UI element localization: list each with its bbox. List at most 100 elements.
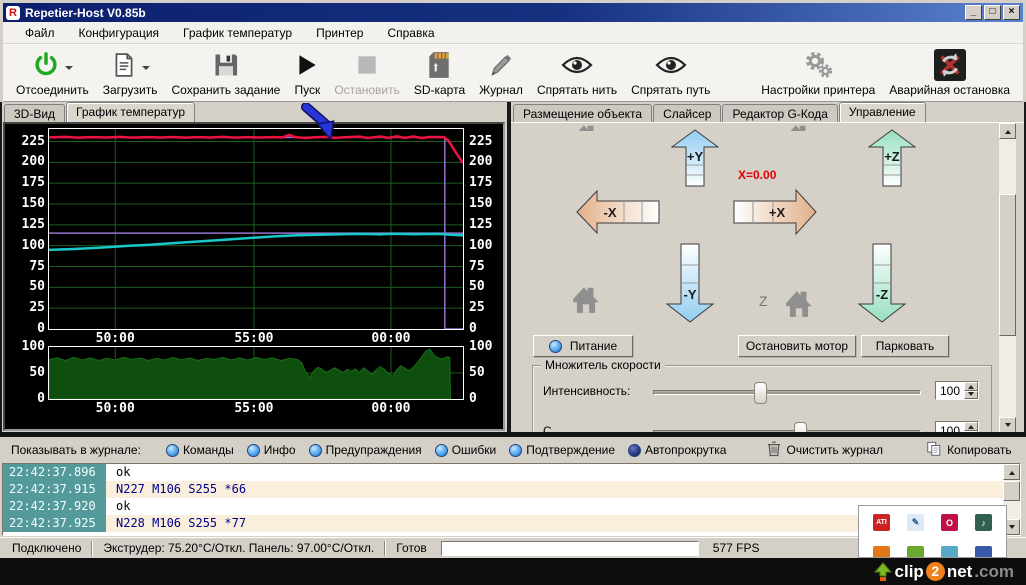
y-tick-label: 125: [7, 218, 45, 232]
stop-motor-button[interactable]: Остановить мотор: [738, 335, 856, 357]
toolbar-button-log[interactable]: Журнал: [472, 48, 530, 100]
value-spinner[interactable]: 100: [935, 421, 979, 432]
log-timestamp: 22:42:37.915: [3, 481, 106, 498]
log-toolbar: Показывать в журнале:КомандыИнфоПредупра…: [3, 437, 1023, 463]
value-spinner[interactable]: 100: [935, 381, 979, 400]
y-tick-label: 150: [7, 197, 45, 211]
scroll-down-button[interactable]: [999, 417, 1016, 432]
power-button[interactable]: Питание: [533, 335, 633, 357]
toolbar-button-hide-travel[interactable]: Спрятать путь: [624, 48, 717, 100]
toolbar-button-run[interactable]: Пуск: [287, 48, 327, 100]
output-plot: [49, 347, 463, 399]
log-toggle-warnings[interactable]: Предупраждения: [309, 443, 422, 457]
log-toggle-ack[interactable]: Подтверждение: [509, 443, 615, 457]
menu-file[interactable]: Файл: [13, 23, 67, 43]
tray-blue-app-icon[interactable]: [975, 546, 992, 558]
toolbar-button-printer-settings[interactable]: Настройки принтера: [754, 48, 882, 100]
toolbar-button-disconnect[interactable]: Отсоединить: [9, 48, 96, 100]
log-row: 22:42:37.896ok: [3, 464, 1020, 481]
right-panel: Размещение объектаСлайсерРедактор G-Кода…: [511, 102, 1024, 432]
panel-tab-gcode-editor[interactable]: Редактор G-Кода: [722, 104, 837, 122]
maximize-button[interactable]: □: [984, 5, 1001, 20]
spin-down-button[interactable]: [964, 391, 978, 400]
tray-red-badge-icon[interactable]: O: [941, 514, 958, 531]
toolbar-label: Аварийная остановка: [889, 83, 1010, 97]
svg-text:-Z: -Z: [876, 287, 888, 302]
copy-button[interactable]: Копировать: [926, 441, 1012, 460]
slider-label: С: [543, 424, 552, 432]
home-z-button[interactable]: [779, 287, 819, 319]
y-tick-label: 225: [469, 135, 505, 149]
toolbar-button-emergency-stop[interactable]: Аварийная остановка: [882, 48, 1017, 100]
tray-orange-app-icon[interactable]: [873, 546, 890, 558]
slider-track[interactable]: [653, 390, 921, 395]
jog-plus-y-button[interactable]: +Y: [671, 129, 719, 187]
tray-ati-icon[interactable]: ATI: [873, 514, 890, 531]
spinner-value: 100: [936, 422, 964, 432]
title-bar: R Repetier-Host V0.85b _□×: [3, 3, 1023, 22]
view-tab-temp-curve[interactable]: График температур: [66, 102, 195, 122]
dropdown-arrow-icon[interactable]: [65, 66, 73, 74]
log-toggle-autoscroll[interactable]: Автопрокрутка: [628, 443, 726, 457]
control-scrollbar[interactable]: [999, 123, 1016, 432]
y-tick-label: 100: [469, 239, 505, 253]
minimize-button[interactable]: _: [965, 5, 982, 20]
jog-plus-x-button[interactable]: +X: [733, 187, 817, 237]
slider-label: Интенсивность:: [543, 384, 630, 398]
tray-paint-tool-icon[interactable]: ✎: [907, 514, 924, 531]
y-tick-label: 0: [7, 322, 45, 336]
tray-icon-row: ATI ✎ O ♪: [873, 514, 992, 531]
clear-log-button[interactable]: Очистить журнал: [767, 440, 883, 460]
jog-minus-x-button[interactable]: -X: [576, 189, 660, 235]
toggle-label: Команды: [183, 443, 234, 457]
jog-minus-y-button[interactable]: -Y: [666, 243, 714, 323]
jog-minus-z-button[interactable]: -Z: [858, 243, 906, 323]
close-button[interactable]: ×: [1003, 5, 1020, 20]
scroll-up-button[interactable]: [999, 123, 1016, 139]
tray-music-note-icon[interactable]: ♪: [975, 514, 992, 531]
eye-icon: [655, 48, 687, 82]
led-icon: [435, 444, 448, 457]
menu-printer[interactable]: Принтер: [304, 23, 375, 43]
menu-config[interactable]: Конфигурация: [67, 23, 172, 43]
panel-tab-object-placement[interactable]: Размещение объекта: [513, 104, 652, 122]
speed-multiplier-group: Множитель скоростиИнтенсивность:100С100: [532, 365, 992, 432]
toolbar-button-load[interactable]: Загрузить: [96, 48, 165, 100]
home-xy-button[interactable]: [566, 283, 606, 315]
menu-help[interactable]: Справка: [375, 23, 446, 43]
y-tick-label: 150: [469, 197, 505, 211]
toolbar-button-sd-card[interactable]: SD-карта: [407, 48, 472, 100]
scroll-thumb[interactable]: [1003, 481, 1020, 501]
status-divider: [91, 541, 93, 556]
panel-tab-control[interactable]: Управление: [839, 102, 926, 122]
tray-cyan-app-icon[interactable]: [941, 546, 958, 558]
view-tab-3d-view[interactable]: 3D-Вид: [4, 104, 65, 122]
annotation-arrow-icon: [299, 103, 345, 139]
group-title: Множитель скорости: [541, 358, 665, 372]
spin-up-button[interactable]: [964, 422, 978, 431]
trash-icon: [767, 440, 781, 460]
y-tick-label: 50: [7, 280, 45, 294]
panel-tab-slicer[interactable]: Слайсер: [653, 104, 721, 122]
log-toggle-info[interactable]: Инфо: [247, 443, 296, 457]
series-output-power: [49, 349, 451, 399]
jog-plus-z-button[interactable]: +Z: [868, 129, 916, 187]
toggle-label: Инфо: [264, 443, 296, 457]
log-toggle-commands[interactable]: Команды: [166, 443, 234, 457]
led-icon: [509, 444, 522, 457]
menu-temp-graph[interactable]: График температур: [171, 23, 304, 43]
park-button[interactable]: Парковать: [861, 335, 949, 357]
slider-thumb[interactable]: [754, 382, 767, 404]
log-toggle-errors[interactable]: Ошибки: [435, 443, 497, 457]
toolbar-button-hide-filament[interactable]: Спрятать нить: [530, 48, 624, 100]
led-icon: [166, 444, 179, 457]
stop-icon: [354, 48, 380, 82]
toolbar-button-save-job[interactable]: Сохранить задание: [165, 48, 288, 100]
dropdown-arrow-icon[interactable]: [142, 66, 150, 74]
toolbar-label: Спрятать путь: [631, 83, 710, 97]
scroll-thumb[interactable]: [999, 194, 1016, 336]
spin-up-button[interactable]: [964, 382, 978, 391]
tray-green-app-icon[interactable]: [907, 546, 924, 558]
scroll-up-button[interactable]: [1003, 464, 1020, 480]
slider-thumb[interactable]: [794, 422, 807, 432]
